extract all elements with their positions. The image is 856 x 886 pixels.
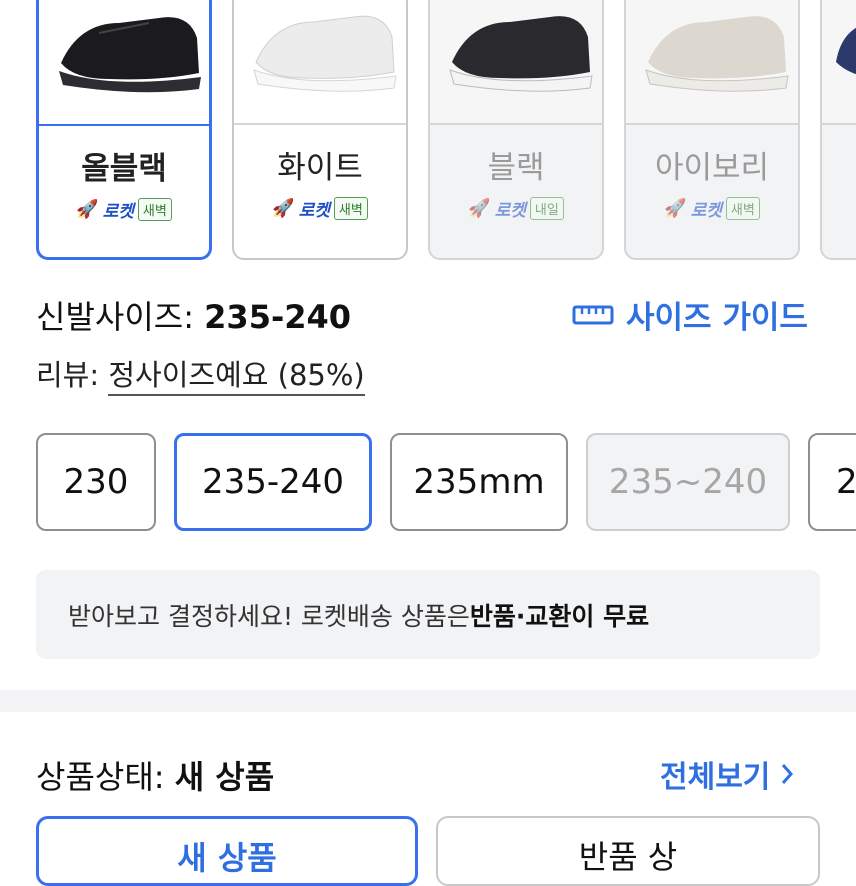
review-label: 리뷰: [36,358,100,392]
color-name: 올블랙 [81,151,167,187]
product-image-allblack [39,0,209,126]
delivery-badges: 🚀 로켓 새벽 [39,197,209,222]
rocket-label: 로켓 [298,201,330,221]
shoe-image [59,17,201,93]
condition-option-label: 새 상품 [177,839,277,877]
size-option-label: 235mm [413,462,545,502]
size-option-235-tilde-240[interactable]: 235~240 [586,433,790,531]
size-review-row: 리뷰: 정사이즈예요 (85%) [36,352,365,396]
color-option-white[interactable]: 화이트 🚀 로켓 새벽 [232,0,408,260]
delivery-badges: 🚀 로켓 새벽 [234,196,406,221]
color-name: 아이보리 [654,150,770,186]
notice-text: 받아보고 결정하세요! 로켓배송 상품은 [68,601,470,631]
rocket-icon: 🚀 [468,198,491,219]
rocket-label: 로켓 [494,201,526,221]
color-name: 블랙 [487,150,545,186]
size-option-235-240[interactable]: 235-240 [174,433,372,531]
size-option-235mm[interactable]: 235mm [390,433,568,531]
color-option-partial[interactable] [820,0,856,260]
condition-option-returned[interactable]: 반품 상 [436,816,820,886]
size-option-label: 230 [63,462,129,502]
color-name: 화이트 [277,150,363,186]
size-option-label: 235-240 [201,462,345,502]
size-guide-link[interactable]: 사이즈 가이드 [572,292,808,337]
view-all-link[interactable]: 전체보기 [660,752,794,796]
size-option-label: 235~240 [608,462,768,502]
condition-option-new[interactable]: 새 상품 [36,816,418,886]
shoe-image [253,15,397,92]
shoe-image [836,27,856,75]
view-all-label: 전체보기 [660,760,771,795]
rocket-icon: 🚀 [664,198,687,219]
condition-value: 새 상품 [174,758,275,796]
size-option-label: 2 [836,462,856,502]
condition-label-row: 상품상태: 새 상품 [36,752,274,798]
notice-emphasis: 반품·교환이 무료 [469,601,650,631]
condition-label: 상품상태: [36,758,165,796]
review-value[interactable]: 정사이즈예요 (85%) [108,358,365,396]
product-image-white [234,0,406,125]
rocket-label: 로켓 [102,202,134,222]
delivery-badges: 🚀 로켓 새벽 [626,196,798,221]
delivery-tag: 새벽 [137,198,172,221]
chevron-right-icon [782,764,794,784]
shoe-image [449,16,593,92]
selected-size-value: 235-240 [204,298,352,336]
size-option-partial[interactable]: 2 [808,433,856,531]
condition-option-label: 반품 상 [578,838,678,876]
product-image-black [430,0,602,125]
size-label-row: 신발사이즈: 235-240 [36,292,351,338]
product-image-partial [822,0,856,125]
size-guide-label: 사이즈 가이드 [626,300,808,336]
rocket-label: 로켓 [690,201,722,221]
section-divider [0,690,856,712]
delivery-tag: 새벽 [725,197,760,220]
shoe-image [645,16,789,92]
delivery-badges: 🚀 로켓 내일 [430,196,602,221]
product-image-ivory [626,0,798,125]
size-label: 신발사이즈: [36,298,194,336]
rocket-icon: 🚀 [272,198,295,219]
color-option-allblack[interactable]: 올블랙 🚀 로켓 새벽 [36,0,212,260]
delivery-tag: 새벽 [333,197,368,220]
delivery-tag: 내일 [529,197,564,220]
return-notice: 받아보고 결정하세요! 로켓배송 상품은 반품·교환이 무료 [36,570,820,659]
ruler-icon [572,305,614,324]
size-option-230[interactable]: 230 [36,433,156,531]
color-option-ivory[interactable]: 아이보리 🚀 로켓 새벽 [624,0,800,260]
color-option-black[interactable]: 블랙 🚀 로켓 내일 [428,0,604,260]
rocket-icon: 🚀 [76,199,99,220]
